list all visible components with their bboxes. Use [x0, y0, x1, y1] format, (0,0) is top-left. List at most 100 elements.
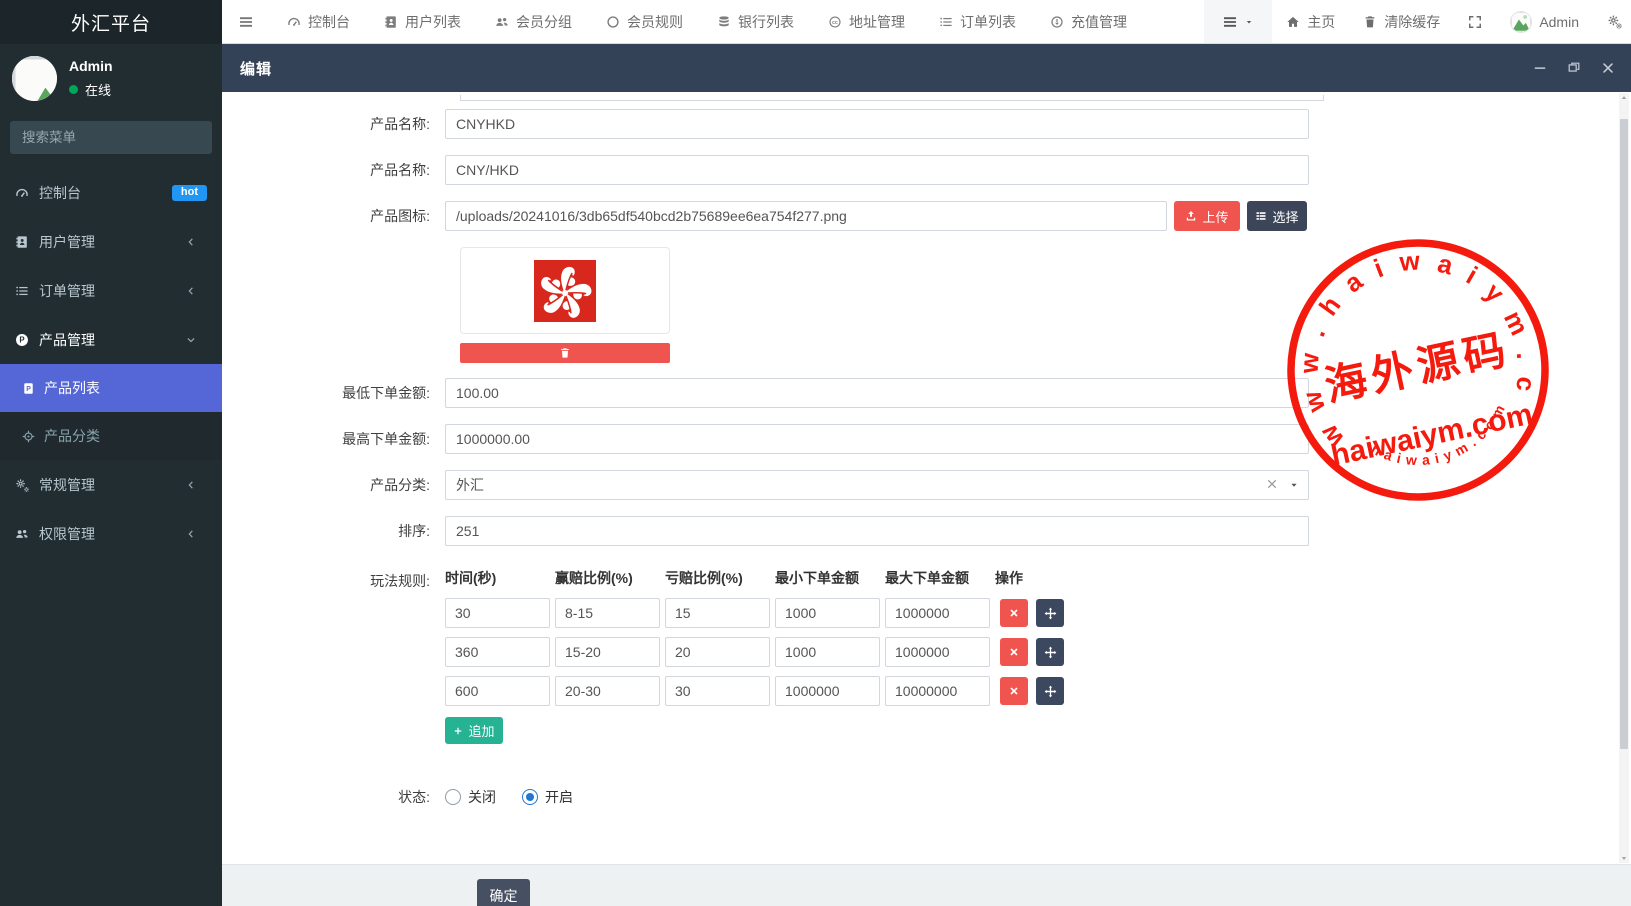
upload-button[interactable]: 上传: [1174, 201, 1240, 231]
close-button[interactable]: [1599, 59, 1617, 77]
nav-item-member-rules[interactable]: 会员规则: [589, 0, 700, 43]
nav-item-order-list[interactable]: 订单列表: [922, 0, 1033, 43]
form-row-min-amount: 最低下单金额:: [222, 378, 1631, 408]
sidebar-item-product-category[interactable]: 产品分类: [0, 412, 222, 460]
expand-icon: [1468, 15, 1482, 29]
clipped-input-top: [460, 95, 1324, 101]
sort-label: 排序:: [222, 521, 445, 541]
search-icon: [211, 131, 212, 145]
rule-time-input[interactable]: [445, 598, 550, 628]
rule-delete-button[interactable]: [1000, 677, 1028, 705]
delete-image-button[interactable]: [460, 343, 670, 363]
search-button[interactable]: [211, 121, 212, 154]
rule-delete-button[interactable]: [1000, 599, 1028, 627]
rule-win-input[interactable]: [555, 676, 660, 706]
move-icon: [1044, 646, 1057, 659]
product-code-input[interactable]: [445, 109, 1309, 139]
sidebar-item-general-mgmt[interactable]: 常规管理: [0, 460, 222, 509]
min-amount-input[interactable]: [445, 378, 1309, 408]
status-on-option[interactable]: 开启: [522, 787, 573, 807]
confirm-button[interactable]: 确定: [477, 879, 530, 906]
search-input[interactable]: [10, 130, 211, 145]
rule-min-input[interactable]: [775, 637, 880, 667]
rule-min-input[interactable]: [775, 676, 880, 706]
rule-max-input[interactable]: [885, 676, 990, 706]
nav-item-recharge-mgmt[interactable]: 充值管理: [1033, 0, 1144, 43]
rule-move-button[interactable]: [1036, 638, 1064, 666]
fullscreen-button[interactable]: [1454, 0, 1496, 43]
move-icon: [1044, 685, 1057, 698]
category-label: 产品分类:: [222, 475, 445, 495]
sidebar-item-product-list[interactable]: 产品列表: [0, 364, 222, 412]
clear-selection-button[interactable]: [1265, 477, 1279, 491]
rule-time-input[interactable]: [445, 676, 550, 706]
rules-label: 玩法规则:: [222, 562, 445, 591]
sidebar-menu: 控制台 hot 用户管理 订单管理 产品管理 产品列表 产品分类: [0, 168, 222, 558]
product-icon-path-input[interactable]: [445, 201, 1167, 231]
chevron-left-icon: [185, 236, 197, 248]
form-row-product-code: 产品名称:: [222, 109, 1631, 139]
rule-min-input[interactable]: [775, 598, 880, 628]
nav-item-user-list[interactable]: 用户列表: [367, 0, 478, 43]
category-select[interactable]: [445, 470, 1309, 500]
nav-item-address-mgmt[interactable]: 地址管理: [811, 0, 922, 43]
upload-icon: [1185, 210, 1197, 222]
rule-lose-input[interactable]: [665, 676, 770, 706]
scrollbar-thumb[interactable]: [1620, 119, 1628, 749]
radio-unchecked-icon[interactable]: [445, 789, 461, 805]
max-amount-input[interactable]: [445, 424, 1309, 454]
avatar: [1510, 11, 1532, 33]
settings-button[interactable]: [1593, 0, 1631, 43]
minimize-button[interactable]: [1531, 59, 1549, 77]
sidebar-item-user-mgmt[interactable]: 用户管理: [0, 217, 222, 266]
home-link[interactable]: 主页: [1272, 0, 1349, 43]
avatar-photo-icon: [12, 56, 57, 101]
rule-row: [445, 676, 1064, 706]
nav-item-bank-list[interactable]: 银行列表: [700, 0, 811, 43]
rule-win-input[interactable]: [555, 637, 660, 667]
status-radio-group: 关闭 开启: [445, 787, 573, 807]
rule-max-input[interactable]: [885, 598, 990, 628]
restore-icon: [1567, 61, 1581, 75]
maximize-button[interactable]: [1565, 59, 1583, 77]
vertical-scrollbar[interactable]: [1619, 93, 1629, 863]
sort-input[interactable]: [445, 516, 1309, 546]
choose-button[interactable]: 选择: [1247, 201, 1307, 231]
rule-lose-input[interactable]: [665, 637, 770, 667]
sidebar-item-product-mgmt[interactable]: 产品管理: [0, 315, 222, 364]
form-row-rules: 玩法规则: 时间(秒) 赢赔比例(%) 亏赔比例(%) 最小下单金额 最大下单金…: [222, 562, 1631, 744]
scroll-up-arrow[interactable]: [1619, 93, 1629, 103]
status-off-option[interactable]: 关闭: [445, 787, 496, 807]
sidebar-item-order-mgmt[interactable]: 订单管理: [0, 266, 222, 315]
app-root: { "brand": { "title": "外汇平台" }, "topnav"…: [0, 0, 1631, 906]
address-book-icon: [384, 15, 398, 29]
rule-win-input[interactable]: [555, 598, 660, 628]
dashboard-icon: [15, 186, 29, 200]
rule-delete-button[interactable]: [1000, 638, 1028, 666]
trash-icon: [559, 347, 571, 359]
username-label: Admin: [1539, 14, 1579, 30]
rule-move-button[interactable]: [1036, 599, 1064, 627]
nav-item-console[interactable]: 控制台: [270, 0, 367, 43]
nav-item-member-groups[interactable]: 会员分组: [478, 0, 589, 43]
rule-time-input[interactable]: [445, 637, 550, 667]
user-menu[interactable]: Admin: [1496, 0, 1593, 43]
rule-lose-input[interactable]: [665, 598, 770, 628]
chevron-left-icon: [185, 479, 197, 491]
rule-move-button[interactable]: [1036, 677, 1064, 705]
radio-checked-icon[interactable]: [522, 789, 538, 805]
clear-cache-button[interactable]: 清除缓存: [1349, 0, 1454, 43]
product-icon-label: 产品图标:: [222, 206, 445, 226]
sidebar-toggle-button[interactable]: [222, 0, 270, 43]
product-name-input[interactable]: [445, 155, 1309, 185]
sidebar-item-permission-mgmt[interactable]: 权限管理: [0, 509, 222, 558]
sidebar-item-console[interactable]: 控制台 hot: [0, 168, 222, 217]
add-rule-button[interactable]: 追加: [445, 717, 503, 744]
icon-preview-box[interactable]: [460, 247, 670, 334]
chevron-left-icon: [185, 285, 197, 297]
gears-icon: [15, 478, 29, 492]
category-select-value[interactable]: [445, 470, 1309, 500]
scroll-down-arrow[interactable]: [1619, 853, 1629, 863]
rule-max-input[interactable]: [885, 637, 990, 667]
tabs-dropdown-button[interactable]: [1204, 0, 1272, 43]
